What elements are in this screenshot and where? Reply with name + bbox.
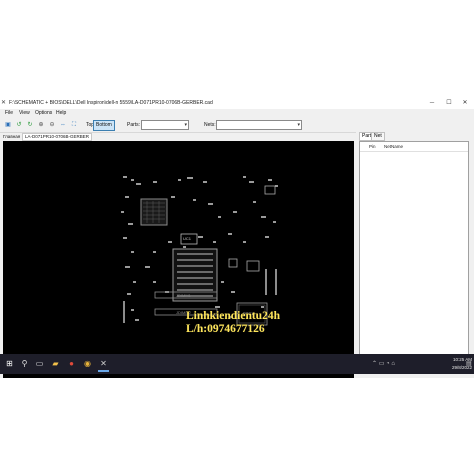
- board-label-uc1: UC1: [183, 236, 192, 241]
- file-explorer-icon[interactable]: ▰: [50, 357, 61, 370]
- windows-start-icon[interactable]: ⊞: [4, 357, 15, 370]
- zoom-out-icon[interactable]: ⊖: [48, 121, 56, 129]
- tray-icons[interactable]: ⌃ ▭ ◔ ⌂: [372, 360, 395, 367]
- chevron-down-icon: ▾: [297, 122, 300, 128]
- fit-view-icon[interactable]: ⛶: [70, 121, 78, 129]
- document-tabs: Главная LA-D071PR10-0706B-GERBER: [0, 133, 354, 141]
- pin-list-header: Pin NetName: [360, 142, 468, 152]
- chevron-down-icon: ▾: [184, 122, 187, 128]
- title-bar: ✕ F:\SCHEMATIC + BIOS\DELL\Dell Inspiron…: [0, 98, 474, 109]
- menu-file[interactable]: File: [5, 109, 13, 118]
- rotate-right-icon[interactable]: ↻: [26, 121, 34, 129]
- watermark-line2: L/h:0974677126: [186, 323, 265, 335]
- search-icon[interactable]: ⚲: [19, 357, 30, 370]
- watermark: Linhkiendientu24h L/h:0974677126: [186, 310, 280, 336]
- zoom-in-icon[interactable]: ⊕: [37, 121, 45, 129]
- watermark-line1: Linhkiendientu24h: [186, 310, 280, 322]
- window-title: F:\SCHEMATIC + BIOS\DELL\Dell Inspiron\d…: [9, 100, 213, 106]
- task-view-icon[interactable]: ▭: [34, 357, 45, 370]
- tab-document[interactable]: LA-D071PR10-0706B-GERBER: [22, 133, 93, 141]
- bottom-button[interactable]: Bottom: [93, 120, 115, 131]
- chrome-icon[interactable]: ◉: [82, 357, 93, 370]
- maximize-icon[interactable]: ☐: [442, 98, 456, 109]
- app-logo-icon: ✕: [1, 100, 7, 106]
- side-panel: Part Net Pin NetName: [356, 132, 474, 378]
- rotate-left-icon[interactable]: ↺: [15, 121, 23, 129]
- application-window: ✕ F:\SCHEMATIC + BIOS\DELL\Dell Inspiron…: [0, 98, 474, 378]
- column-pin[interactable]: Pin: [369, 142, 376, 151]
- nets-select[interactable]: ▾: [216, 120, 302, 130]
- board-canvas[interactable]: UC1 JDIMM1 JDIMM2 RTC1 Linhkiendientu24h…: [3, 141, 354, 378]
- board-drawing: [121, 176, 278, 326]
- parts-select[interactable]: ▾: [141, 120, 189, 130]
- tab-main[interactable]: Главная: [3, 133, 20, 141]
- tab-net[interactable]: Net: [371, 132, 385, 141]
- menu-help[interactable]: Help: [56, 109, 66, 118]
- menu-bar: File View Options Help: [0, 109, 474, 118]
- app-icon[interactable]: ●: [66, 357, 77, 370]
- close-icon[interactable]: ✕: [458, 98, 472, 109]
- pin-list[interactable]: Pin NetName: [359, 141, 469, 358]
- menu-view[interactable]: View: [19, 109, 30, 118]
- menu-options[interactable]: Options: [35, 109, 52, 118]
- nets-label: Nets:: [204, 122, 216, 128]
- schematic-app-icon[interactable]: ✕: [98, 357, 109, 372]
- board-label-jdimm1: JDIMM1: [176, 293, 191, 298]
- parts-label: Parts:: [127, 122, 141, 128]
- notifications-icon[interactable]: ▤: [466, 360, 472, 367]
- taskbar: ⊞ ⚲ ▭ ▰ ● ◉ ✕ ⌃ ▭ ◔ ⌂ 10:25 AM 29/8/2022…: [0, 354, 474, 374]
- column-netname[interactable]: NetName: [384, 142, 403, 151]
- mirror-icon[interactable]: ⇔: [59, 121, 67, 129]
- open-folder-icon[interactable]: ▣: [4, 121, 12, 129]
- toolbar: ▣ ↺ ↻ ⊕ ⊖ ⇔ ⛶ Top Bottom Parts: ▾ Nets: …: [0, 118, 474, 133]
- minimize-icon[interactable]: ─: [425, 98, 439, 109]
